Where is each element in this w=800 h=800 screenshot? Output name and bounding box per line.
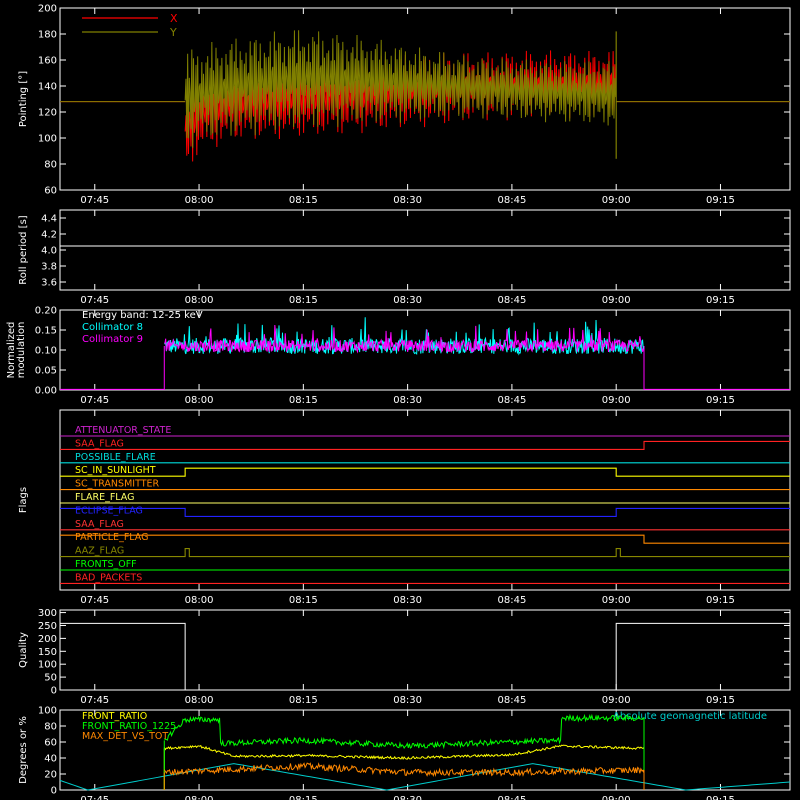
pointing-ytick-label: 60	[44, 186, 57, 197]
modulation-xtick-label: 09:15	[706, 395, 735, 406]
pointing-ytick-label: 160	[38, 56, 57, 67]
flag-label-saa-flag: SAA_FLAG	[75, 519, 124, 530]
degrees-xtick-label: 08:15	[289, 795, 318, 800]
quality-xtick-label: 09:15	[706, 695, 735, 706]
flag-label-saa-flag: SAA_FLAG	[75, 438, 124, 449]
roll-xtick-label: 07:45	[80, 295, 109, 306]
degrees-xtick-label: 09:00	[602, 795, 631, 800]
quality-ytick-label: 150	[38, 647, 57, 658]
quality-ytick-label: 200	[38, 634, 57, 645]
quality-ytick-label: 300	[38, 608, 57, 619]
pointing-xtick-label: 07:45	[80, 195, 109, 206]
pointing-ytick-label: 200	[38, 4, 57, 15]
degrees-ytick-label: 60	[44, 738, 57, 749]
legend-collimator-8: Collimator 8	[82, 322, 143, 333]
flag-label-eclipse-flag: ECLIPSE_FLAG	[75, 505, 143, 516]
flag-label-fronts-off: FRONTS_OFF	[75, 559, 137, 570]
modulation-xtick-label: 08:30	[393, 395, 422, 406]
flag-label-attenuator-state: ATTENUATOR_STATE	[75, 425, 171, 436]
modulation-xtick-label: 08:00	[185, 395, 214, 406]
modulation-ylabel-line: modulation	[16, 322, 27, 379]
degrees-xtick-label: 08:45	[497, 795, 526, 800]
flag-label-possible-flare: POSSIBLE_FLARE	[75, 452, 156, 463]
flags-xtick-label: 09:00	[602, 595, 631, 606]
degrees-xtick-label: 08:30	[393, 795, 422, 800]
pointing-ylabel: Pointing [°]	[18, 71, 29, 127]
degrees-xtick-label: 08:00	[185, 795, 214, 800]
flag-label-bad-packets: BAD_PACKETS	[75, 572, 142, 583]
pointing-ytick-label: 100	[38, 134, 57, 145]
pointing-xtick-label: 08:45	[497, 195, 526, 206]
legend-x-label: X	[170, 12, 178, 25]
degrees-ytick-label: 20	[44, 770, 57, 781]
quality-ytick-label: 0	[51, 686, 57, 697]
legend-y-label: Y	[169, 26, 177, 39]
roll-xtick-label: 08:15	[289, 295, 318, 306]
flags-xtick-label: 09:15	[706, 595, 735, 606]
flags-xtick-label: 07:45	[80, 595, 109, 606]
quality-xtick-label: 08:15	[289, 695, 318, 706]
quality-xtick-label: 08:00	[185, 695, 214, 706]
roll-ytick-label: 3.6	[41, 278, 57, 289]
modulation-ytick-label: 0.15	[35, 326, 57, 337]
roll-xtick-label: 09:15	[706, 295, 735, 306]
pointing-ytick-label: 120	[38, 108, 57, 119]
modulation-xtick-label: 08:15	[289, 395, 318, 406]
legend-latitude-label: Absolute geomagnetic latitude	[613, 711, 767, 722]
pointing-ytick-label: 180	[38, 30, 57, 41]
flags-xtick-label: 08:30	[393, 595, 422, 606]
figure: 07:45 08:00 08:15 08:30 08:45 09:00 09:15 Point…	[0, 0, 800, 800]
degrees-ylabel: Degrees or %	[18, 716, 29, 784]
flag-label-flare-flag: FLARE_FLAG	[75, 492, 135, 503]
quality-ytick-label: 100	[38, 660, 57, 671]
degrees-ytick-label: 100	[38, 706, 57, 717]
modulation-ytick-label: 0.05	[35, 366, 57, 377]
roll-ytick-label: 4.4	[41, 214, 57, 225]
pointing-xtick-label: 09:15	[706, 195, 735, 206]
flag-label-sc-transmitter: SC_TRANSMITTER	[75, 479, 160, 490]
flags-xtick-label: 08:00	[185, 595, 214, 606]
flags-ylabel: Flags	[18, 487, 29, 513]
modulation-ytick-label: 0.00	[35, 386, 57, 397]
pointing-xtick-label: 08:30	[393, 195, 422, 206]
flags-xtick-label: 08:45	[497, 595, 526, 606]
flag-label-particle-flag: PARTICLE_FLAG	[75, 532, 148, 543]
modulation-xtick-label: 09:00	[602, 395, 631, 406]
degrees-xtick-label: 09:15	[706, 795, 735, 800]
modulation-ytick-label: 0.10	[35, 346, 57, 357]
pointing-xtick-label: 08:15	[289, 195, 318, 206]
degrees-ytick-label: 40	[44, 754, 57, 765]
quality-xtick-label: 07:45	[80, 695, 109, 706]
pointing-xtick-label: 09:00	[602, 195, 631, 206]
roll-xtick-label: 08:30	[393, 295, 422, 306]
roll-xtick-label: 08:00	[185, 295, 214, 306]
roll-ylabel: Roll period [s]	[18, 215, 29, 284]
quality-xtick-label: 08:45	[497, 695, 526, 706]
pointing-xtick-label: 08:00	[185, 195, 214, 206]
degrees-xtick-label: 07:45	[80, 795, 109, 800]
roll-xtick-label: 09:00	[602, 295, 631, 306]
legend-collimator-9: Collimator 9	[82, 334, 143, 345]
flag-label-sc-in-sunlight: SC_IN_SUNLIGHT	[75, 465, 156, 476]
quality-xtick-label: 09:00	[602, 695, 631, 706]
pointing-ytick-label: 140	[38, 82, 57, 93]
modulation-energy-band-label: Energy band: 12-25 keV	[82, 310, 203, 321]
flag-label-aaz-flag: AAZ_FLAG	[75, 546, 124, 557]
quality-ylabel: Quality	[18, 632, 29, 668]
roll-ytick-label: 4.0	[41, 246, 57, 257]
legend-max-det-vs-tot: MAX_DET_VS_TOT	[82, 731, 168, 742]
modulation-xtick-label: 07:45	[80, 395, 109, 406]
quality-ytick-label: 250	[38, 621, 57, 632]
quality-ytick-label: 50	[44, 673, 57, 684]
degrees-ytick-label: 80	[44, 722, 57, 733]
pointing-ytick-label: 80	[44, 160, 57, 171]
flags-xtick-label: 08:15	[289, 595, 318, 606]
roll-ytick-label: 3.8	[41, 262, 57, 273]
quality-xtick-label: 08:30	[393, 695, 422, 706]
roll-xtick-label: 08:45	[497, 295, 526, 306]
degrees-ytick-label: 0	[51, 786, 57, 797]
roll-ytick-label: 4.2	[41, 230, 57, 241]
modulation-ytick-label: 0.20	[35, 306, 57, 317]
modulation-xtick-label: 08:45	[497, 395, 526, 406]
